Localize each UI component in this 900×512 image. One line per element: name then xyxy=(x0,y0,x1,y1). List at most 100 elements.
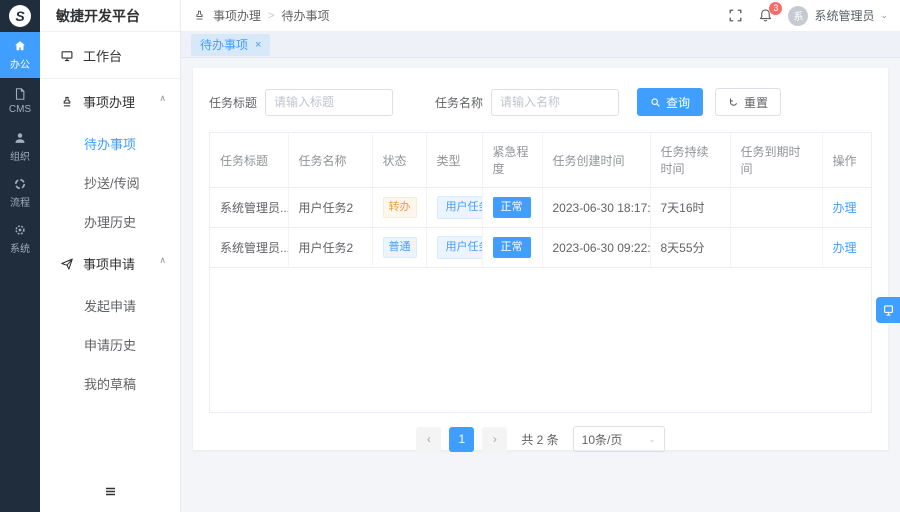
pagination: ‹ 1 › 共 2 条 10条/页 ⌄ xyxy=(209,426,872,452)
rail-item-system[interactable]: 系统 xyxy=(0,216,40,262)
sidebar-item-apply-history[interactable]: 申请历史 xyxy=(40,325,180,364)
rail-item-label: 组织 xyxy=(10,148,30,163)
content: 任务标题 任务名称 查询 重置 xyxy=(181,58,900,512)
filter-bar: 任务标题 任务名称 查询 重置 xyxy=(209,88,872,116)
cell-due xyxy=(730,188,822,228)
notification-bell[interactable]: 3 xyxy=(758,8,773,23)
reset-button-label: 重置 xyxy=(744,94,768,111)
content-card: 任务标题 任务名称 查询 重置 xyxy=(193,68,888,450)
page-number[interactable]: 1 xyxy=(449,427,474,452)
table-header-row: 任务标题 任务名称 状态 类型 紧急程度 任务创建时间 任务持续时间 任务到期时… xyxy=(210,133,871,188)
breadcrumb-separator: > xyxy=(268,10,274,22)
user-menu[interactable]: 系 系统管理员 ⌄ xyxy=(788,6,888,26)
app-window: S 办公 CMS 组织 流程 系统 敏捷开发平台 工作台 xyxy=(0,0,900,512)
handle-link[interactable]: 办理 xyxy=(833,241,857,255)
sidebar-item-start-apply[interactable]: 发起申请 xyxy=(40,286,180,325)
user-icon xyxy=(13,131,27,145)
rail-item-office[interactable]: 办公 xyxy=(0,32,40,78)
urgency-badge: 正常 xyxy=(493,237,531,258)
topbar: 事项办理 > 待办事项 3 系 系统管理员 ⌄ xyxy=(181,0,900,32)
flow-icon xyxy=(13,177,27,191)
close-icon[interactable]: × xyxy=(255,39,261,51)
sidebar-item-todo[interactable]: 待办事项 xyxy=(40,124,180,163)
handle-link[interactable]: 办理 xyxy=(833,201,857,215)
cell-created: 2023-06-30 18:17:16 xyxy=(542,188,650,228)
page-size-select[interactable]: 10条/页 ⌄ xyxy=(573,426,665,452)
sidebar-group-label: 事项申请 xyxy=(83,254,135,273)
page-size-value: 10条/页 xyxy=(582,431,623,448)
cell-duration: 8天55分 xyxy=(650,228,730,268)
table-row: 系统管理员... 用户任务2 普通 用户任务 正常 2023-06-30 09:… xyxy=(210,228,871,268)
avatar: 系 xyxy=(788,6,808,26)
theme-settings-button[interactable] xyxy=(876,297,900,323)
cell-due xyxy=(730,228,822,268)
rail-item-cms[interactable]: CMS xyxy=(0,78,40,124)
fullscreen-icon[interactable] xyxy=(728,8,743,23)
sidebar-item-cc[interactable]: 抄送/传阅 xyxy=(40,163,180,202)
search-button[interactable]: 查询 xyxy=(637,88,703,116)
paper-plane-icon xyxy=(60,257,74,271)
reset-button[interactable]: 重置 xyxy=(715,88,781,116)
app-logo[interactable]: S xyxy=(0,0,40,32)
rail-item-label: 系统 xyxy=(10,240,30,255)
rail-item-org[interactable]: 组织 xyxy=(0,124,40,170)
stamp-icon xyxy=(193,9,206,22)
logo-icon: S xyxy=(9,5,31,27)
sidebar-group-label: 事项办理 xyxy=(83,92,135,111)
sidebar-group-task-apply[interactable]: 事项申请 ∧ xyxy=(40,241,180,286)
col-header: 任务名称 xyxy=(288,133,372,188)
chevron-up-icon[interactable]: ∧ xyxy=(159,93,166,104)
file-icon xyxy=(13,87,27,101)
rail-item-label: 流程 xyxy=(10,194,30,209)
monitor-icon xyxy=(60,49,74,63)
col-header: 状态 xyxy=(372,133,426,188)
col-header: 类型 xyxy=(426,133,482,188)
col-header: 操作 xyxy=(822,133,871,188)
rail-item-label: CMS xyxy=(9,104,31,115)
cell-created: 2023-06-30 09:22:19 xyxy=(542,228,650,268)
sidebar: 敏捷开发平台 工作台 事项办理 ∧ 待办事项 抄送/传阅 办理历史 事项申请 ∧… xyxy=(40,0,181,512)
status-badge: 转办 xyxy=(383,197,417,218)
cell-name: 用户任务2 xyxy=(288,228,372,268)
cell-title: 系统管理员... xyxy=(210,228,288,268)
breadcrumb-level1[interactable]: 事项办理 xyxy=(213,7,261,24)
sidebar-item-label: 工作台 xyxy=(83,46,122,65)
sidebar-group-task-handling[interactable]: 事项办理 ∧ xyxy=(40,79,180,124)
chevron-up-icon[interactable]: ∧ xyxy=(159,255,166,266)
home-icon xyxy=(13,39,27,53)
col-header: 任务创建时间 xyxy=(542,133,650,188)
col-header: 任务标题 xyxy=(210,133,288,188)
task-name-input[interactable] xyxy=(491,89,619,116)
rail-item-label: 办公 xyxy=(10,56,30,71)
tab-todo[interactable]: 待办事项 × xyxy=(191,34,270,56)
notification-badge: 3 xyxy=(769,2,782,15)
prev-page-button[interactable]: ‹ xyxy=(416,427,441,452)
nav-rail: S 办公 CMS 组织 流程 系统 xyxy=(0,0,40,512)
topbar-right: 3 系 系统管理员 ⌄ xyxy=(728,6,888,26)
gear-icon xyxy=(13,223,27,237)
col-header: 紧急程度 xyxy=(482,133,542,188)
hamburger-icon xyxy=(103,484,118,499)
refresh-icon xyxy=(728,97,739,108)
tab-label: 待办事项 xyxy=(200,36,248,53)
sidebar-item-workbench[interactable]: 工作台 xyxy=(40,32,180,79)
task-table: 任务标题 任务名称 状态 类型 紧急程度 任务创建时间 任务持续时间 任务到期时… xyxy=(209,132,872,413)
username: 系统管理员 xyxy=(814,7,874,24)
sidebar-collapse-button[interactable] xyxy=(40,484,180,504)
table-row: 系统管理员... 用户任务2 转办 用户任务 正常 2023-06-30 18:… xyxy=(210,188,871,228)
tabbar: 待办事项 × xyxy=(181,32,900,58)
status-badge: 普通 xyxy=(383,237,417,258)
next-page-button[interactable]: › xyxy=(482,427,507,452)
sidebar-item-drafts[interactable]: 我的草稿 xyxy=(40,364,180,403)
rail-item-flow[interactable]: 流程 xyxy=(0,170,40,216)
task-title-input[interactable] xyxy=(265,89,393,116)
urgency-badge: 正常 xyxy=(493,197,531,218)
cell-name: 用户任务2 xyxy=(288,188,372,228)
settings-panel-icon xyxy=(882,304,895,317)
cell-title: 系统管理员... xyxy=(210,188,288,228)
sidebar-item-history[interactable]: 办理历史 xyxy=(40,202,180,241)
cell-duration: 7天16时 xyxy=(650,188,730,228)
type-badge: 用户任务 xyxy=(437,236,483,259)
stamp-icon xyxy=(60,95,74,109)
search-button-label: 查询 xyxy=(666,94,690,111)
